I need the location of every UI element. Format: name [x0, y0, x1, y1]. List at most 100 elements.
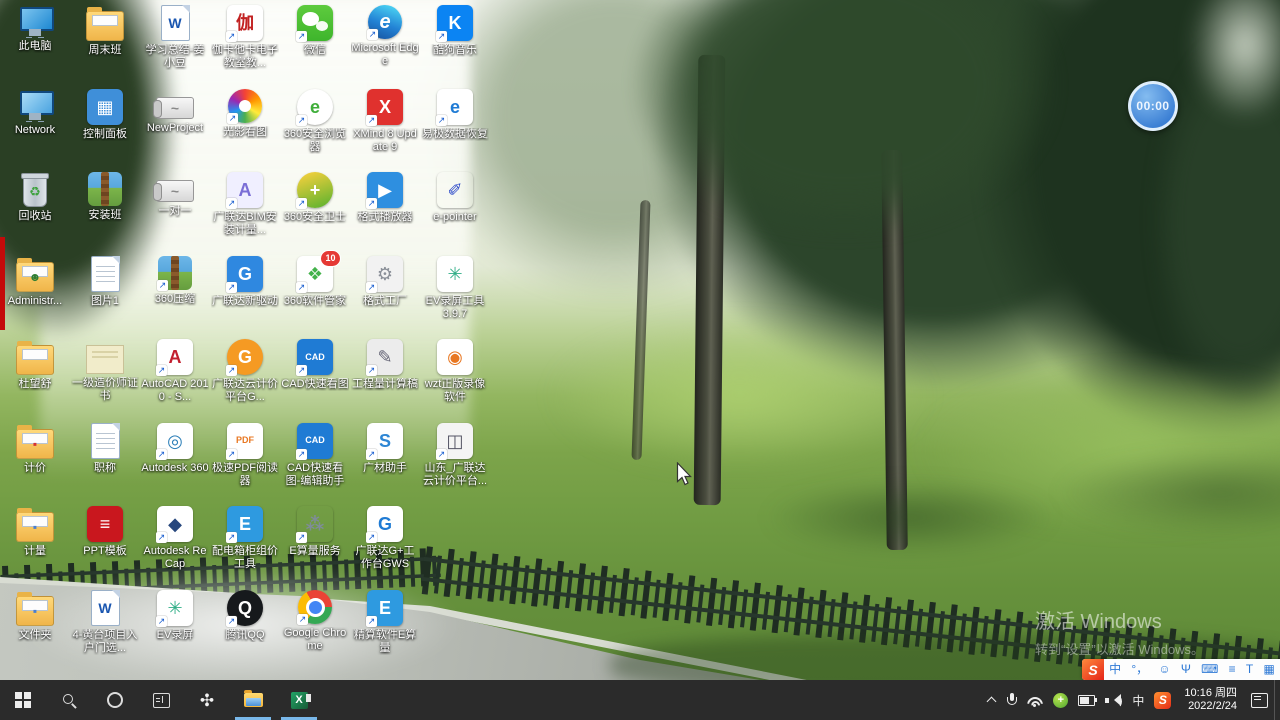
shortcut-arrow-icon: ↗	[156, 365, 167, 376]
desktop-icon[interactable]: ▪ 文件夹	[1, 590, 69, 642]
sogou-punctuation[interactable]: °，	[1131, 659, 1148, 680]
cert-icon	[86, 345, 124, 374]
desktop-icon-label: 计量	[24, 545, 46, 557]
volume-tray-icon[interactable]	[1100, 680, 1127, 720]
desktop-icon[interactable]: 一级造价师证书	[71, 339, 139, 403]
desktop-icon[interactable]: CAD ↗ CAD快速看图-编辑助手	[281, 422, 349, 488]
desktop-icon[interactable]: ◉ wzt正版录像软件	[421, 339, 489, 404]
desktop-icon[interactable]: S ↗ 广材助手	[351, 422, 419, 475]
tile-icon: ✐	[437, 172, 473, 208]
desktop-icon[interactable]: W 学习总结-姜小豆	[141, 5, 209, 70]
desktop-icon[interactable]: E ↗ 配电箱柜组价工具	[211, 506, 279, 571]
desktop-icon[interactable]: ▪ 计价	[1, 423, 69, 475]
file-explorer-taskbar-icon[interactable]	[230, 680, 276, 720]
desktop-icon[interactable]: A ↗ AutoCAD 2010 - S...	[141, 339, 209, 404]
desktop-icon[interactable]: ↗ 光影看图	[211, 88, 279, 139]
desktop-icon[interactable]: e ↗ 易极数据恢复	[421, 88, 489, 141]
desktop-icon[interactable]: ↗ Google Chrome	[281, 589, 349, 653]
wifi-tray-icon[interactable]	[1022, 680, 1048, 720]
cortana-button[interactable]	[92, 680, 138, 720]
desktop-icon[interactable]: G ↗ 广联达G+工作台GWS	[351, 506, 419, 571]
desktop-icon[interactable]: ⚙ ↗ 格式工厂	[351, 255, 419, 308]
desktop-icon[interactable]: + ↗ 360安全卫士	[281, 172, 349, 224]
desktop-icon[interactable]: E ↗ 精算软件E算量	[351, 589, 419, 655]
desktop-icon[interactable]: ▪ 计量	[1, 506, 69, 558]
desktop-icon[interactable]: ~ NewProject	[141, 89, 209, 135]
desktop-icon[interactable]: ☻ Administr...	[1, 256, 69, 308]
desktop-icon-label: 伽卡他卡电子教室教...	[212, 44, 278, 69]
sogou-skin[interactable]: T	[1246, 659, 1253, 680]
desktop-icon[interactable]: 杜望舒	[1, 339, 69, 391]
desktop-icon[interactable]: 周末班	[71, 5, 139, 57]
taskbar-clock[interactable]: 10:16 周四 2022/2/24	[1176, 687, 1245, 713]
show-desktop-button[interactable]	[1274, 680, 1280, 720]
sogou-toolbox[interactable]: ▦	[1263, 659, 1274, 680]
desktop-icon[interactable]: 此电脑	[1, 5, 69, 53]
desktop-icon[interactable]: e ↗ Microsoft Edge	[351, 5, 419, 68]
desktop-icon[interactable]: ▶ ↗ 格式播放器	[351, 172, 419, 224]
desktop-icon[interactable]: X ↗ XMind 8 Update 9	[351, 88, 419, 154]
desktop-icon[interactable]: ~ 一对一	[141, 172, 209, 218]
desktop-icon-label: CAD快速看图	[281, 378, 349, 390]
tile-icon: ⚙ ↗	[366, 255, 403, 293]
sogou-ime-cn[interactable]: 中	[1109, 659, 1121, 680]
shortcut-arrow-icon: ↗	[226, 615, 237, 627]
sogou-toolbar-items: 中 °， ☺ Ψ ⌨ ≡ T ▦	[1104, 659, 1280, 680]
ime-indicator[interactable]: 中	[1127, 680, 1149, 720]
desktop-icon[interactable]: Q ↗ 腾讯QQ	[211, 589, 279, 642]
recording-timer-widget[interactable]: 00:00	[1128, 81, 1178, 131]
sogou-more[interactable]: ≡	[1229, 659, 1236, 680]
desktop-icon[interactable]: 图片1	[71, 255, 139, 308]
desktop-icon[interactable]: ✐ e-pointer	[421, 172, 489, 224]
tray-expand-chevron-icon[interactable]	[982, 680, 1002, 720]
shortcut-arrow-icon: ↗	[367, 29, 378, 40]
desktop-icon[interactable]: Network	[1, 89, 69, 137]
desktop-icon[interactable]: ⁂ ↗ E算量服务	[281, 506, 349, 558]
search-button[interactable]	[46, 680, 92, 720]
desktop-icon[interactable]: 安装班	[71, 172, 139, 222]
microphone-tray-icon[interactable]	[1002, 680, 1022, 720]
sogou-logo-icon[interactable]: S	[1082, 659, 1104, 680]
battery-tray-icon[interactable]	[1073, 680, 1100, 720]
desktop-icon[interactable]: G ↗ 广联达云计价平台G...	[211, 339, 279, 404]
desktop-icon[interactable]: ◆ ↗ Autodesk ReCap	[141, 506, 209, 571]
sogou-keyboard[interactable]: ⌨	[1201, 659, 1218, 680]
desktop-icon[interactable]: ↗ 360压缩	[141, 255, 209, 306]
folder-icon	[86, 7, 124, 41]
desktop-icon[interactable]: ❖ 10 ↗ 360软件管家	[281, 250, 349, 308]
desktop-icon[interactable]: 伽 ↗ 伽卡他卡电子教室教...	[211, 5, 279, 70]
desktop-icon[interactable]: e ↗ 360安全浏览器	[281, 88, 349, 154]
desktop-icon-label: 4-黄台项目入户门选...	[72, 628, 138, 654]
desktop-icon[interactable]: G ↗ 广联达新驱动	[211, 255, 279, 308]
desktop-icon[interactable]: K ↗ 酷狗音乐	[421, 5, 489, 57]
desktop-icon-label: 工程量计算稿	[352, 378, 418, 390]
360-shield-tray-icon[interactable]	[1048, 680, 1073, 720]
sogou-input-toolbar[interactable]: S 中 °， ☺ Ψ ⌨ ≡ T ▦	[1082, 659, 1280, 680]
task-view-button[interactable]	[138, 680, 184, 720]
desktop-icon[interactable]: A ↗ 广联达BIM安装计量...	[211, 172, 279, 237]
desktop-icon[interactable]: ✎ ↗ 工程量计算稿	[351, 339, 419, 391]
desktop-icon[interactable]: ✳ EV录屏工具 3.9.7	[421, 255, 489, 321]
360-browser-taskbar-icon[interactable]: ✣	[184, 680, 230, 720]
desktop-icon[interactable]: ◫ ↗ 山东_广联达云计价平台...	[421, 422, 489, 488]
desktop-icon[interactable]: 职称	[71, 422, 139, 475]
shortcut-arrow-icon: ↗	[296, 281, 307, 293]
folder-icon	[243, 690, 263, 707]
desktop-icon-label: 文件夹	[18, 628, 52, 641]
desktop-icon[interactable]: ◎ ↗ Autodesk 360	[141, 422, 209, 475]
sogou-tray-icon[interactable]: S	[1149, 680, 1176, 720]
sogou-voice[interactable]: Ψ	[1181, 659, 1191, 680]
sogou-emoji[interactable]: ☺	[1158, 659, 1170, 680]
desktop-icon[interactable]: W 4-黄台项目入户门选...	[71, 589, 139, 655]
excel-taskbar-icon[interactable]: X	[276, 680, 322, 720]
start-button[interactable]	[0, 680, 46, 720]
desktop-icon[interactable]: ✳ ↗ EV录屏	[141, 589, 209, 642]
desktop-icon[interactable]: PDF ↗ 极速PDF阅读器	[211, 422, 279, 488]
desktop-icon[interactable]: CAD ↗ CAD快速看图	[281, 339, 349, 391]
action-center-button[interactable]	[1251, 692, 1268, 708]
desktop-icon-label: 控制面板	[83, 127, 127, 140]
desktop-icon[interactable]: ≡ PPT模板	[71, 506, 139, 558]
desktop-icon[interactable]: ↗ 微信	[281, 5, 349, 57]
desktop-icon[interactable]: ▦ 控制面板	[71, 88, 139, 141]
desktop-icon[interactable]: ♻ 回收站	[1, 172, 69, 223]
